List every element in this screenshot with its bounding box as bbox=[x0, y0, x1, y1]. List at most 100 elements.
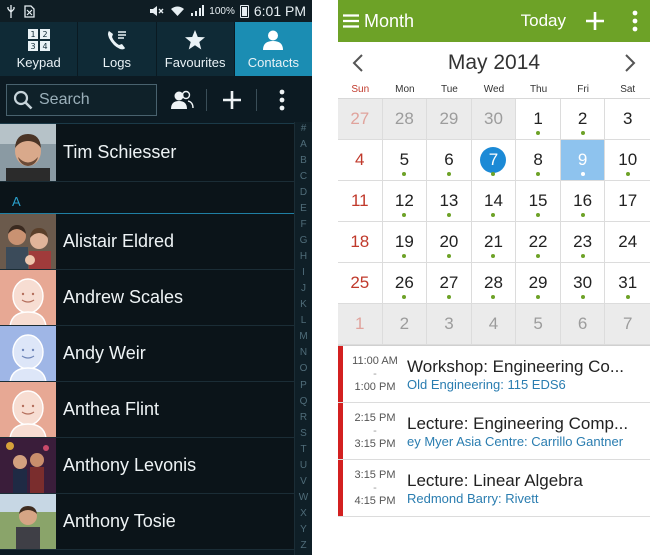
index-letter[interactable]: Y bbox=[300, 524, 307, 535]
tab-keypad[interactable]: 1 2 3 4 Keypad bbox=[0, 22, 79, 76]
index-letter[interactable]: M bbox=[299, 332, 307, 342]
calendar-day-cell[interactable]: 19 bbox=[382, 222, 428, 263]
calendar-day-cell[interactable]: 12 bbox=[382, 181, 428, 222]
calendar-day-cell[interactable]: 30 bbox=[560, 263, 606, 304]
calendar-day-cell[interactable]: 4 bbox=[471, 304, 517, 345]
calendar-day-cell[interactable]: 3 bbox=[605, 99, 650, 140]
calendar-day-cell[interactable]: 21 bbox=[471, 222, 517, 263]
index-letter[interactable]: R bbox=[300, 412, 307, 423]
tab-contacts[interactable]: Contacts bbox=[234, 22, 312, 76]
index-letter[interactable]: # bbox=[301, 124, 307, 134]
index-letter[interactable]: B bbox=[300, 156, 307, 166]
calendar-day-cell[interactable]: 27 bbox=[338, 99, 383, 140]
index-letter[interactable]: E bbox=[300, 204, 307, 214]
calendar-day-cell[interactable]: 29 bbox=[427, 99, 472, 140]
list-item[interactable]: Anthony Tosie bbox=[0, 494, 294, 550]
add-event-button[interactable] bbox=[580, 11, 610, 31]
index-letter[interactable]: F bbox=[300, 220, 306, 230]
index-letter[interactable]: U bbox=[300, 460, 307, 471]
alphabet-index-scrollbar[interactable]: # A B C D E F G H I J K L M N O P Q R S T U V W X Y Z bbox=[294, 122, 312, 555]
list-item[interactable]: Anthony Levonis bbox=[0, 438, 294, 494]
drawer-button[interactable] bbox=[338, 14, 364, 28]
index-letter[interactable]: O bbox=[300, 364, 308, 374]
calendar-day-cell[interactable]: 2 bbox=[382, 304, 428, 345]
index-letter[interactable]: K bbox=[300, 300, 307, 310]
list-item[interactable]: Anthea Flint bbox=[0, 382, 294, 438]
calendar-day-cell[interactable]: 30 bbox=[471, 99, 517, 140]
calendar-day-cell[interactable]: 29 bbox=[516, 263, 561, 304]
calendar-day-cell[interactable]: 17 bbox=[605, 181, 650, 222]
calendar-day-cell[interactable]: 1 bbox=[338, 304, 383, 345]
calendar-day-cell[interactable]: 13 bbox=[427, 181, 472, 222]
index-letter[interactable]: N bbox=[300, 348, 307, 358]
index-letter[interactable]: X bbox=[300, 508, 307, 519]
view-mode-title[interactable]: Month bbox=[364, 11, 414, 32]
index-letter[interactable]: W bbox=[299, 492, 308, 503]
calendar-day-cell[interactable]: 27 bbox=[427, 263, 472, 304]
calendar-day-cell[interactable]: 24 bbox=[605, 222, 650, 263]
calendar-day-cell[interactable]: 7 bbox=[605, 304, 650, 345]
calendar-day-cell[interactable]: 18 bbox=[338, 222, 383, 263]
calendar-day-cell[interactable]: 28 bbox=[382, 99, 428, 140]
hamburger-menu-icon bbox=[343, 14, 359, 28]
list-item[interactable]: Tim Schiesser bbox=[0, 124, 294, 182]
groups-button[interactable] bbox=[157, 76, 206, 123]
calendar-day-cell[interactable]: 26 bbox=[382, 263, 428, 304]
add-contact-button[interactable] bbox=[207, 76, 256, 123]
calendar-day-cell[interactable]: 6 bbox=[427, 140, 472, 181]
tab-favourites[interactable]: Favourites bbox=[157, 22, 235, 76]
index-letter[interactable]: L bbox=[301, 316, 307, 326]
event-title: Lecture: Engineering Comp... bbox=[407, 413, 629, 433]
event-item[interactable]: 2:15 PM -3:15 PM Lecture: Engineering Comp… bbox=[338, 403, 650, 460]
calendar-day-cell[interactable]: 7 bbox=[471, 140, 517, 181]
list-item[interactable]: Andy Weir bbox=[0, 326, 294, 382]
calendar-day-cell[interactable]: 22 bbox=[516, 222, 561, 263]
today-button[interactable]: Today bbox=[521, 11, 566, 31]
index-letter[interactable]: C bbox=[300, 172, 307, 182]
weekday-label: Wed bbox=[483, 84, 505, 95]
index-letter[interactable]: D bbox=[300, 188, 307, 198]
calendar-day-cell[interactable]: 14 bbox=[471, 181, 517, 222]
calendar-day-cell[interactable]: 23 bbox=[560, 222, 606, 263]
index-letter[interactable]: J bbox=[301, 284, 306, 294]
list-item[interactable]: Andrew Scales bbox=[0, 270, 294, 326]
calendar-day-cell[interactable]: 20 bbox=[427, 222, 472, 263]
index-letter[interactable]: Q bbox=[300, 396, 308, 407]
calendar-day-cell[interactable]: 8 bbox=[516, 140, 561, 181]
calendar-day-cell[interactable]: 15 bbox=[516, 181, 561, 222]
calendar-day-cell[interactable]: 1 bbox=[516, 99, 561, 140]
index-letter[interactable]: T bbox=[300, 444, 306, 455]
index-letter[interactable]: I bbox=[302, 268, 305, 278]
index-letter[interactable]: A bbox=[300, 140, 307, 150]
calendar-day-cell[interactable]: 16 bbox=[560, 181, 606, 222]
previous-month-button[interactable] bbox=[352, 54, 364, 72]
calendar-day-cell[interactable]: 10 bbox=[605, 140, 650, 181]
more-options-button[interactable] bbox=[620, 10, 650, 32]
calendar-day-cell[interactable]: 2 bbox=[560, 99, 606, 140]
calendar-day-cell[interactable]: 25 bbox=[338, 263, 383, 304]
event-item[interactable]: 3:15 PM -4:15 PM Lecture: Linear Algebra Re… bbox=[338, 460, 650, 517]
contact-photo-icon bbox=[0, 438, 56, 493]
more-options-button[interactable] bbox=[257, 76, 306, 123]
index-letter[interactable]: G bbox=[300, 236, 308, 246]
calendar-day-cell[interactable]: 5 bbox=[516, 304, 561, 345]
index-letter[interactable]: V bbox=[300, 476, 307, 487]
next-month-button[interactable] bbox=[624, 54, 636, 72]
calendar-day-cell[interactable]: 5 bbox=[382, 140, 428, 181]
calendar-day-cell[interactable]: 9 bbox=[560, 140, 606, 181]
calendar-day-cell[interactable]: 31 bbox=[605, 263, 650, 304]
index-letter[interactable]: S bbox=[300, 428, 307, 439]
calendar-day-cell[interactable]: 3 bbox=[427, 304, 472, 345]
search-input[interactable]: Search bbox=[6, 83, 157, 116]
calendar-day-cell[interactable]: 6 bbox=[560, 304, 606, 345]
calendar-day-cell[interactable]: 28 bbox=[471, 263, 517, 304]
calendar-actionbar: Month Today bbox=[338, 0, 650, 42]
index-letter[interactable]: Z bbox=[300, 540, 306, 551]
index-letter[interactable]: H bbox=[300, 252, 307, 262]
index-letter[interactable]: P bbox=[300, 380, 307, 391]
calendar-day-cell[interactable]: 11 bbox=[338, 181, 383, 222]
event-item[interactable]: 11:00 AM -1:00 PM Workshop: Engineering Co… bbox=[338, 346, 650, 403]
list-item[interactable]: Alistair Eldred bbox=[0, 214, 294, 270]
calendar-day-cell[interactable]: 4 bbox=[338, 140, 383, 181]
tab-logs[interactable]: Logs bbox=[78, 22, 157, 76]
